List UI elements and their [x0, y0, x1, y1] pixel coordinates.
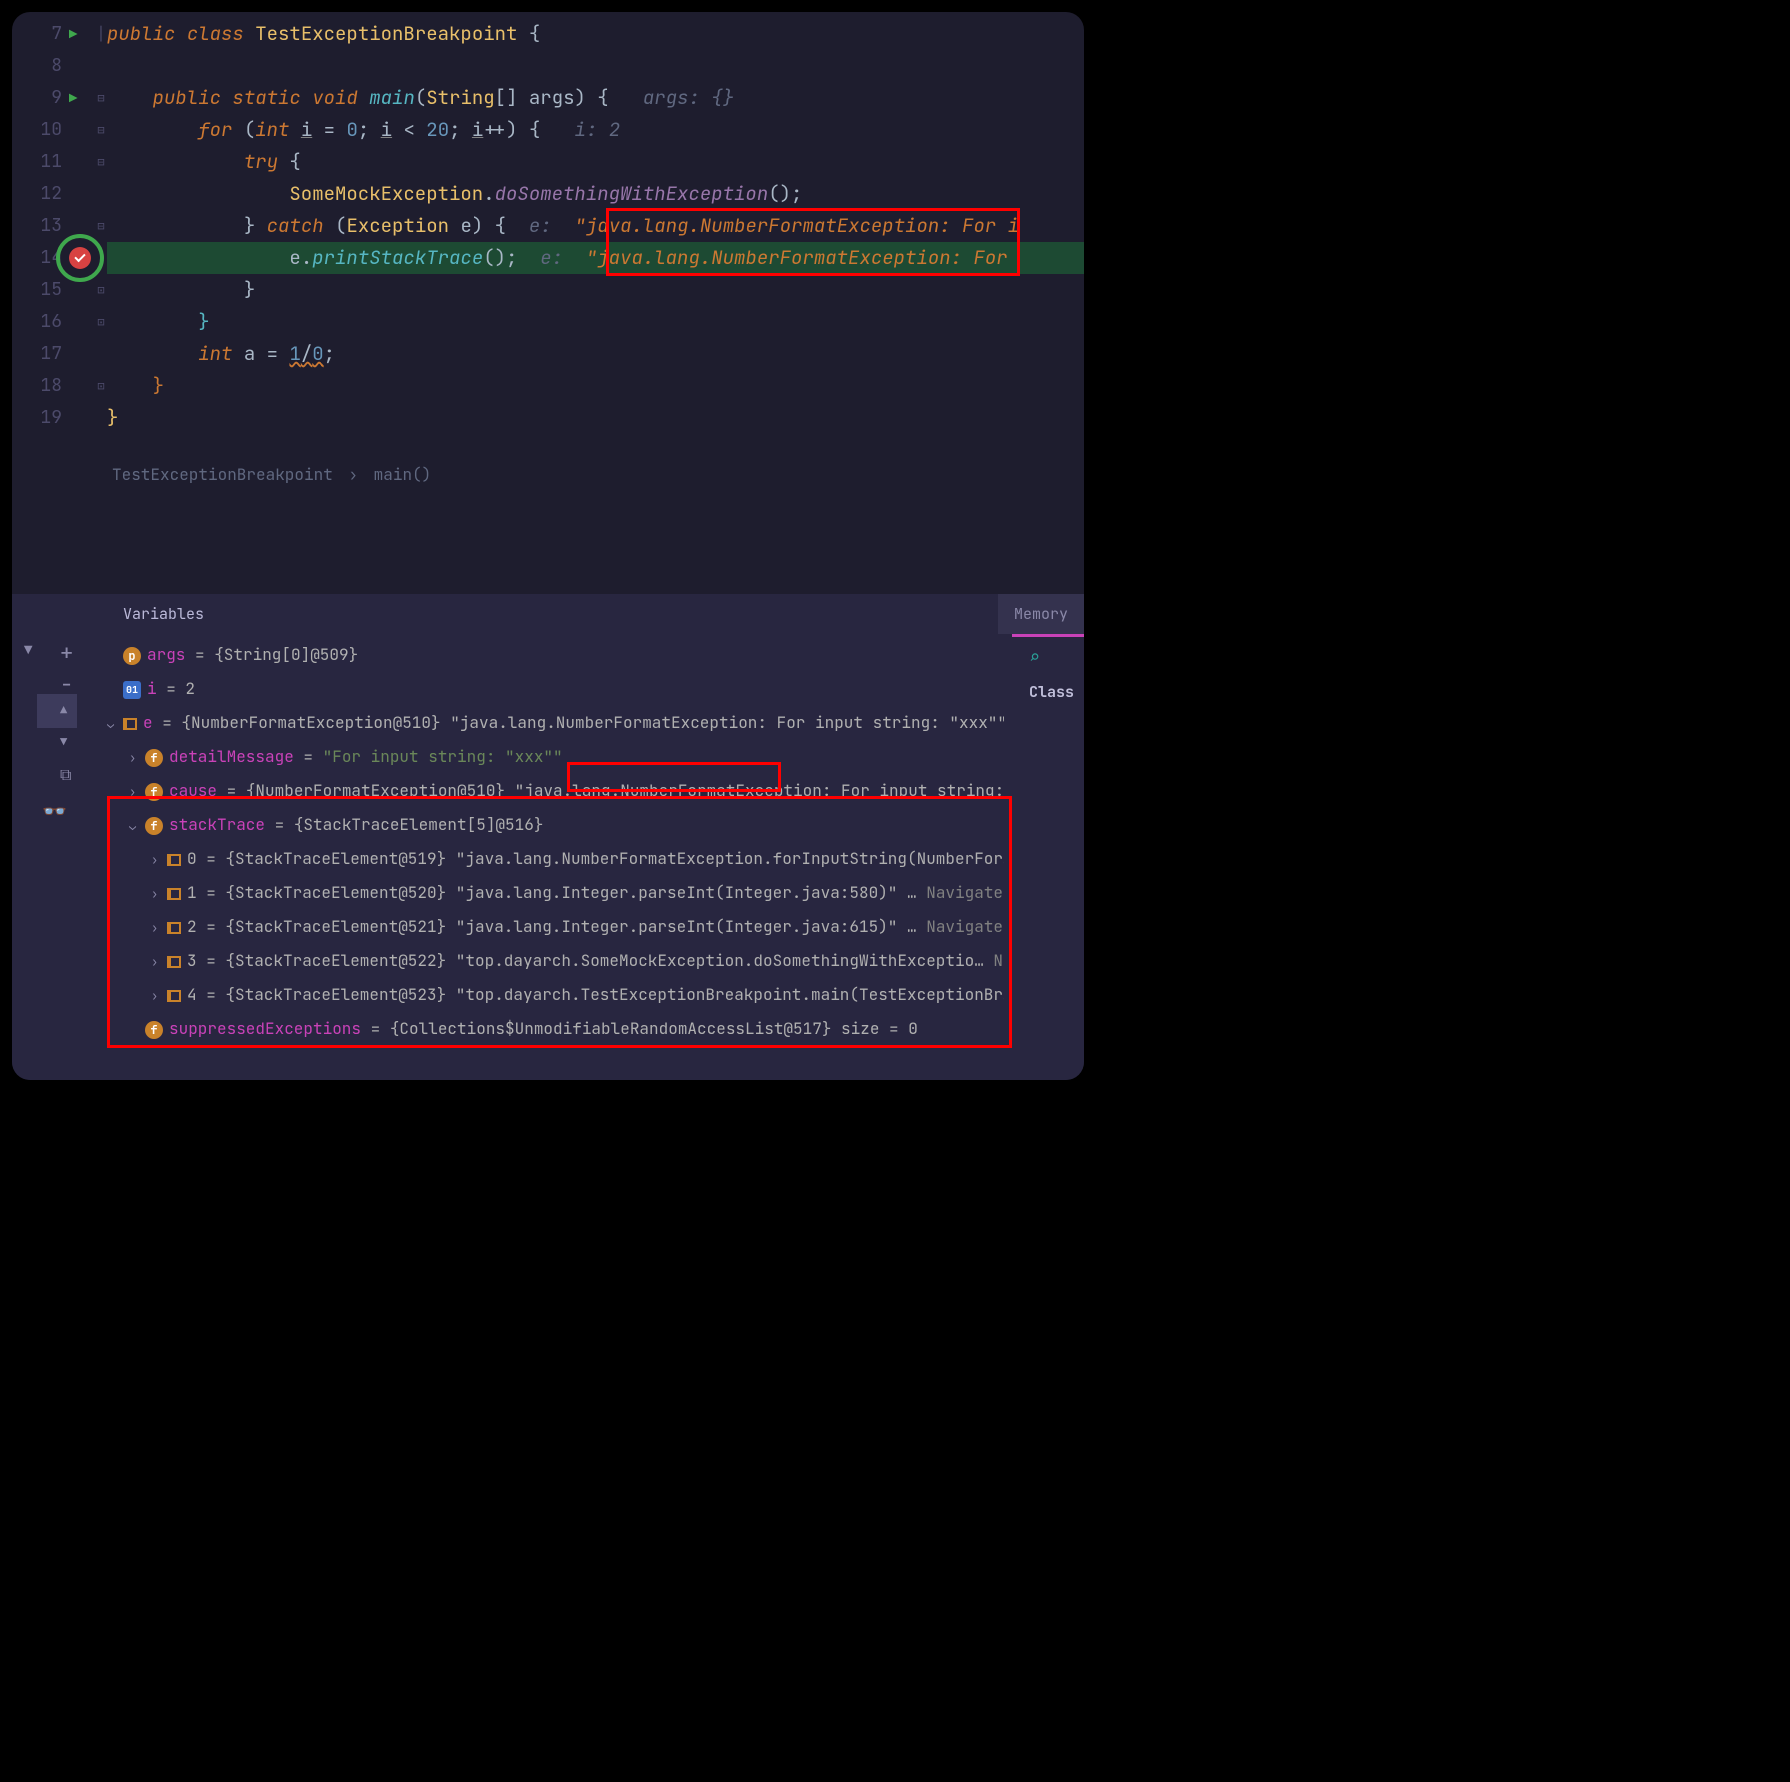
chevron-down-icon[interactable]: ⌄	[107, 707, 123, 740]
line-number[interactable]: 15	[12, 274, 62, 306]
variable-row[interactable]: ⌄e = {NumberFormatException@510} "java.l…	[107, 706, 1004, 740]
chevron-down-icon[interactable]: ⌄	[129, 809, 145, 842]
debug-panel: Variables Memory ⌕ Class ▼ + − ▲ ▼ ⧉ 👓 p…	[12, 594, 1084, 1080]
code-line[interactable]: }	[107, 370, 1084, 402]
copy-icon[interactable]: ⧉	[60, 764, 71, 785]
variable-row[interactable]: ›fcause = {NumberFormatException@510} "j…	[107, 774, 1004, 808]
run-gutter-icon[interactable]: ▶	[69, 90, 77, 108]
code-line-current[interactable]: e.printStackTrace(); e: "java.lang.Numbe…	[107, 242, 1084, 274]
ide-window: 7 ▶ 8 9 ▶ 10 11 12 13 14 15 16 17 18 19 …	[12, 12, 1084, 1080]
code-line[interactable]: int a = 1/0;	[107, 338, 1084, 370]
code-editor[interactable]: 7 ▶ 8 9 ▶ 10 11 12 13 14 15 16 17 18 19 …	[12, 12, 1084, 507]
run-gutter-icon[interactable]: ▶	[69, 26, 77, 44]
filter-icon[interactable]: ▼	[24, 642, 32, 660]
array-badge-icon	[123, 718, 137, 730]
code-line[interactable]: }	[107, 306, 1084, 338]
variable-row[interactable]: ›3 = {StackTraceElement@522} "top.dayarc…	[107, 944, 1004, 978]
line-number[interactable]: 9	[12, 82, 62, 114]
class-label[interactable]: Class	[1029, 682, 1074, 702]
navigate-link[interactable]: Navigate	[917, 916, 1003, 937]
tab-underline	[1012, 634, 1084, 637]
line-number[interactable]: 8	[12, 50, 62, 82]
breadcrumb-class[interactable]: TestExceptionBreakpoint	[112, 464, 333, 485]
variable-row[interactable]: pargs = {String[0]@509}	[107, 638, 1004, 672]
chevron-right-icon[interactable]: ›	[151, 911, 167, 944]
selected-tool-bg	[37, 694, 77, 728]
chevron-right-icon[interactable]: ›	[151, 945, 167, 978]
code-line[interactable]: } catch (Exception e) { e: "java.lang.Nu…	[107, 210, 1084, 242]
breadcrumb-method[interactable]: main()	[374, 464, 432, 485]
array-badge-icon	[167, 922, 181, 934]
add-icon[interactable]: +	[60, 638, 73, 667]
variable-row[interactable]: ›4 = {StackTraceElement@523} "top.dayarc…	[107, 978, 1004, 1012]
line-number[interactable]: 11	[12, 146, 62, 178]
field-badge-icon: f	[145, 1021, 163, 1039]
chevron-right-icon[interactable]: ›	[151, 877, 167, 910]
fold-icon[interactable]: ⊡	[94, 314, 108, 330]
line-number[interactable]: 14	[12, 242, 62, 274]
line-number[interactable]: 10	[12, 114, 62, 146]
variable-row[interactable]: ›0 = {StackTraceElement@519} "java.lang.…	[107, 842, 1004, 876]
breakpoint-marker[interactable]	[56, 234, 104, 282]
array-badge-icon	[167, 990, 181, 1002]
field-badge-icon: f	[145, 783, 163, 801]
breadcrumb[interactable]: TestExceptionBreakpoint › main()	[112, 464, 431, 485]
fold-icon[interactable]: ⊟	[94, 218, 108, 234]
chevron-right-icon[interactable]: ›	[151, 843, 167, 876]
breakpoint-dot-icon	[69, 247, 91, 269]
variable-row[interactable]: fsuppressedExceptions = {Collections$Unm…	[107, 1012, 1004, 1046]
down-icon[interactable]: ▼	[60, 734, 67, 750]
fold-icon[interactable]: ⊡	[94, 378, 108, 394]
chevron-right-icon[interactable]: ›	[129, 775, 145, 808]
line-number[interactable]: 16	[12, 306, 62, 338]
debug-header: Variables Memory	[12, 594, 1084, 634]
code-line[interactable]: }	[107, 402, 1084, 434]
code-line[interactable]: public static void main(String[] args) {…	[107, 82, 1084, 114]
fold-icon[interactable]: │	[94, 26, 108, 42]
remove-icon[interactable]: −	[60, 670, 73, 699]
fold-icon[interactable]: ⊡	[94, 282, 108, 298]
line-number[interactable]: 13	[12, 210, 62, 242]
array-badge-icon	[167, 888, 181, 900]
code-line[interactable]: try {	[107, 146, 1084, 178]
variable-row[interactable]: ⌄fstackTrace = {StackTraceElement[5]@516…	[107, 808, 1004, 842]
int-badge-icon: 01	[123, 681, 141, 699]
param-badge-icon: p	[123, 647, 141, 665]
code-line[interactable]	[107, 50, 1084, 82]
code-line[interactable]: for (int i = 0; i < 20; i++) { i: 2	[107, 114, 1084, 146]
array-badge-icon	[167, 854, 181, 866]
fold-icon[interactable]: ⊟	[94, 122, 108, 138]
tab-memory[interactable]: Memory	[998, 594, 1084, 634]
tab-variables[interactable]: Variables	[107, 594, 220, 634]
line-number[interactable]: 17	[12, 338, 62, 370]
chevron-right-icon[interactable]: ›	[129, 741, 145, 774]
line-number[interactable]: 12	[12, 178, 62, 210]
fold-icon[interactable]: ⊟	[94, 154, 108, 170]
field-badge-icon: f	[145, 817, 163, 835]
navigate-link[interactable]: Navigate	[917, 882, 1003, 903]
code-line[interactable]: }	[107, 274, 1084, 306]
variable-row[interactable]: 01i = 2	[107, 672, 1004, 706]
line-number[interactable]: 19	[12, 402, 62, 434]
field-badge-icon: f	[145, 749, 163, 767]
line-number[interactable]: 18	[12, 370, 62, 402]
navigate-link[interactable]: Navigate	[984, 950, 1004, 971]
fold-icon[interactable]: ⊟	[94, 90, 108, 106]
code-line[interactable]: public class TestExceptionBreakpoint {	[107, 18, 1084, 50]
variable-row[interactable]: ›2 = {StackTraceElement@521} "java.lang.…	[107, 910, 1004, 944]
code-line[interactable]: SomeMockException.doSomethingWithExcepti…	[107, 178, 1084, 210]
variable-row[interactable]: ›fdetailMessage = "For input string: "xx…	[107, 740, 1004, 774]
variable-row[interactable]: ›1 = {StackTraceElement@520} "java.lang.…	[107, 876, 1004, 910]
breadcrumb-separator: ›	[348, 464, 358, 485]
glasses-icon[interactable]: 👓	[42, 798, 67, 824]
variables-body[interactable]: pargs = {String[0]@509} 01i = 2 ⌄e = {Nu…	[107, 634, 1004, 1080]
array-badge-icon	[167, 956, 181, 968]
up-icon[interactable]: ▲	[60, 702, 67, 718]
line-number[interactable]: 7	[12, 18, 62, 50]
chevron-right-icon[interactable]: ›	[151, 979, 167, 1012]
search-icon[interactable]: ⌕	[1029, 646, 1040, 669]
